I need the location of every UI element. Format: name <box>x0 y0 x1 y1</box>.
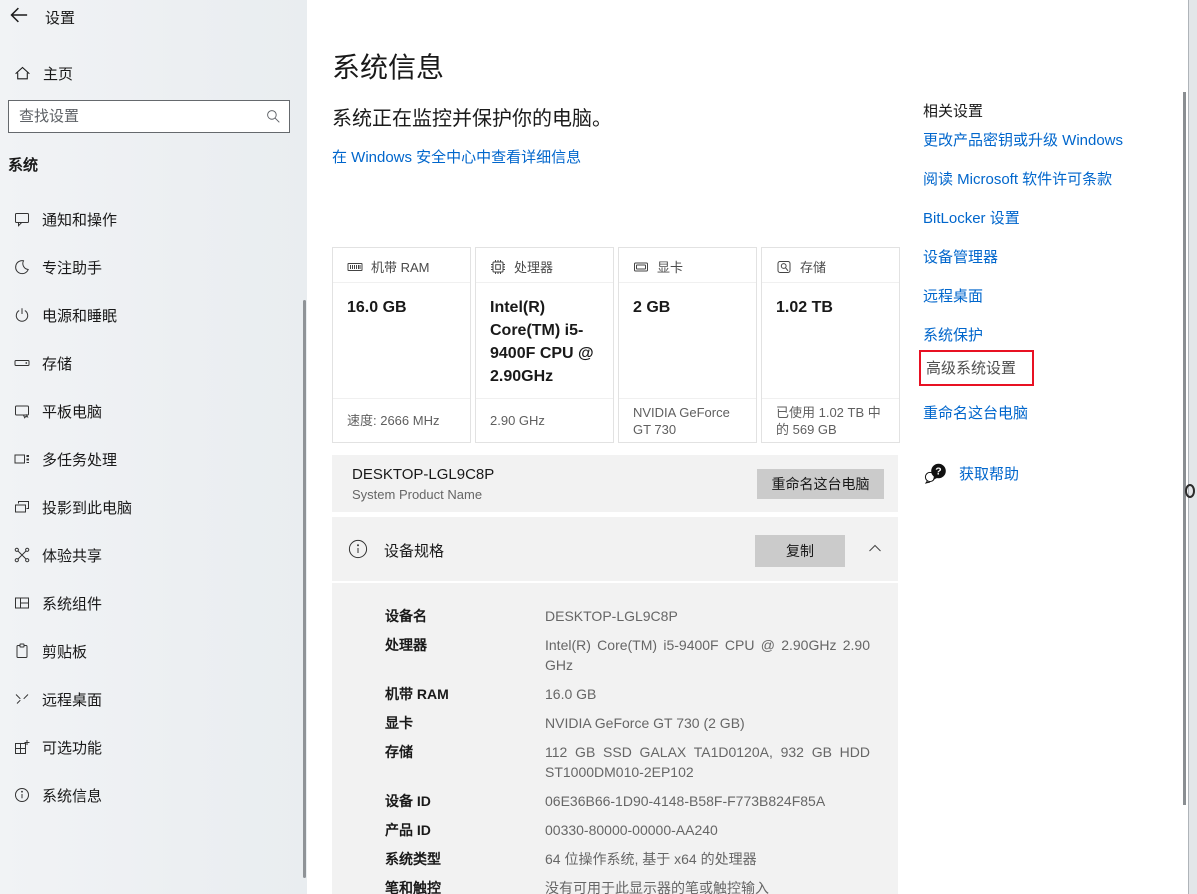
get-help-icon: ? <box>923 462 948 485</box>
device-product-name: System Product Name <box>352 487 482 502</box>
tablet-icon <box>14 403 30 419</box>
rename-pc-button[interactable]: 重命名这台电脑 <box>757 469 884 499</box>
card-footer: NVIDIA GeForce GT 730 <box>619 398 756 442</box>
card-value: Intel(R) Core(TM) i5-9400F CPU @ 2.90GHz <box>476 283 613 388</box>
card-label: 存储 <box>800 257 826 276</box>
spec-row: 系统类型64 位操作系统, 基于 x64 的处理器 <box>385 849 870 869</box>
spec-row: 处理器Intel(R) Core(TM) i5-9400F CPU @ 2.90… <box>385 635 870 675</box>
spec-row: 笔和触控没有可用于此显示器的笔或触控输入 <box>385 878 870 894</box>
sidebar-item-clipboard[interactable]: 剪贴板 <box>0 627 307 675</box>
sidebar-item-system-components[interactable]: 系统组件 <box>0 579 307 627</box>
search-icon[interactable] <box>266 109 281 124</box>
sidebar-item-remote-desktop[interactable]: 远程桌面 <box>0 675 307 723</box>
device-name: DESKTOP-LGL9C8P <box>352 466 494 483</box>
project-to-pc-icon <box>14 499 30 515</box>
window-scrollbar-track[interactable] <box>1188 0 1197 894</box>
card-label: 显卡 <box>657 257 683 276</box>
sidebar-item-storage[interactable]: 存储 <box>0 339 307 387</box>
chevron-up-icon[interactable] <box>868 543 882 553</box>
search-box <box>8 100 290 133</box>
get-help-row[interactable]: ? 获取帮助 <box>923 462 1019 485</box>
about-icon <box>14 787 30 803</box>
card-footer: 速度: 2666 MHz <box>333 398 470 442</box>
card-value: 2 GB <box>619 283 756 319</box>
link-device-manager[interactable]: 设备管理器 <box>923 246 998 267</box>
related-settings-heading: 相关设置 <box>923 100 983 121</box>
card-processor: 处理器 Intel(R) Core(TM) i5-9400F CPU @ 2.9… <box>475 247 614 443</box>
back-button[interactable] <box>8 5 34 27</box>
spec-row: 产品 ID00330-80000-00000-AA240 <box>385 820 870 840</box>
info-icon <box>348 539 368 559</box>
shared-experiences-icon <box>14 547 30 563</box>
cpu-icon <box>490 259 506 275</box>
spec-cards: 机带 RAM 16.0 GB 速度: 2666 MHz 处理器 Intel(R)… <box>332 247 900 443</box>
settings-window: 设置 主页 系统 通知和操作 专注助手 电源 <box>0 0 1197 894</box>
page-subtitle: 系统正在监控并保护你的电脑。 <box>332 102 612 131</box>
ram-icon <box>347 259 363 275</box>
scrollbar-circle-marker <box>1185 484 1195 498</box>
device-specs-title: 设备规格 <box>384 540 444 561</box>
sidebar-home-label: 主页 <box>43 63 73 84</box>
main-content: 系统信息 系统正在监控并保护你的电脑。 在 Windows 安全中心中查看详细信… <box>307 0 1197 894</box>
sidebar-item-power-sleep[interactable]: 电源和睡眠 <box>0 291 307 339</box>
main-scrollbar-thumb[interactable] <box>1183 92 1186 805</box>
sidebar-item-tablet[interactable]: 平板电脑 <box>0 387 307 435</box>
link-system-protection[interactable]: 系统保护 <box>923 324 983 345</box>
card-footer: 已使用 1.02 TB 中的 569 GB <box>762 398 899 442</box>
power-sleep-icon <box>14 307 30 323</box>
security-center-link[interactable]: 在 Windows 安全中心中查看详细信息 <box>332 146 581 167</box>
sidebar-item-home[interactable]: 主页 <box>0 56 307 90</box>
sidebar-item-shared-experiences[interactable]: 体验共享 <box>0 531 307 579</box>
spec-row: 存储112 GB SSD GALAX TA1D0120A, 932 GB HDD… <box>385 742 870 782</box>
get-help-link[interactable]: 获取帮助 <box>959 463 1019 484</box>
search-input[interactable] <box>8 100 290 133</box>
card-graphics: 显卡 2 GB NVIDIA GeForce GT 730 <box>618 247 757 443</box>
card-label: 处理器 <box>514 257 553 276</box>
page-title: 系统信息 <box>332 46 444 86</box>
focus-assist-icon <box>14 259 30 275</box>
link-license-terms[interactable]: 阅读 Microsoft 软件许可条款 <box>923 168 1112 189</box>
copy-button[interactable]: 复制 <box>755 535 845 567</box>
link-change-product-key[interactable]: 更改产品密钥或升级 Windows <box>923 129 1123 150</box>
sidebar-item-focus-assist[interactable]: 专注助手 <box>0 243 307 291</box>
link-rename-this-pc[interactable]: 重命名这台电脑 <box>923 402 1028 423</box>
device-specs-header: 设备规格 复制 <box>332 517 898 581</box>
sidebar-item-multitasking[interactable]: 多任务处理 <box>0 435 307 483</box>
card-storage: 存储 1.02 TB 已使用 1.02 TB 中的 569 GB <box>761 247 900 443</box>
sidebar-item-optional-features[interactable]: 可选功能 <box>0 723 307 771</box>
sidebar-item-about[interactable]: 系统信息 <box>0 771 307 819</box>
spec-row: 设备名DESKTOP-LGL9C8P <box>385 606 870 626</box>
multitasking-icon <box>14 451 30 467</box>
sidebar-scrollbar[interactable] <box>303 300 306 878</box>
link-advanced-system-settings[interactable]: 高级系统设置 <box>919 350 1034 386</box>
storage-icon <box>14 355 30 371</box>
svg-text:?: ? <box>935 466 941 478</box>
card-value: 16.0 GB <box>333 283 470 319</box>
sidebar-nav: 通知和操作 专注助手 电源和睡眠 存储 平板电脑 多任务处理 <box>0 195 307 819</box>
spec-row: 机带 RAM16.0 GB <box>385 684 870 704</box>
home-icon <box>14 65 31 82</box>
window-title: 设置 <box>45 7 75 28</box>
sidebar-item-project-to-pc[interactable]: 投影到此电脑 <box>0 483 307 531</box>
gpu-icon <box>633 259 649 275</box>
optional-features-icon <box>14 739 30 755</box>
clipboard-icon <box>14 643 30 659</box>
spec-row: 设备 ID06E36B66-1D90-4148-B58F-F773B824F85… <box>385 791 870 811</box>
system-components-icon <box>14 595 30 611</box>
card-footer: 2.90 GHz <box>476 398 613 442</box>
remote-desktop-icon <box>14 691 30 707</box>
sidebar-section-title: 系统 <box>8 154 38 175</box>
sidebar-item-notifications[interactable]: 通知和操作 <box>0 195 307 243</box>
link-bitlocker[interactable]: BitLocker 设置 <box>923 207 1020 228</box>
link-remote-desktop[interactable]: 远程桌面 <box>923 285 983 306</box>
disk-icon <box>776 259 792 275</box>
card-label: 机带 RAM <box>371 257 430 276</box>
device-name-panel: DESKTOP-LGL9C8P System Product Name 重命名这… <box>332 455 898 512</box>
notifications-icon <box>14 211 30 227</box>
device-specs-table: 设备名DESKTOP-LGL9C8P 处理器Intel(R) Core(TM) … <box>332 583 898 894</box>
sidebar: 设置 主页 系统 通知和操作 专注助手 电源 <box>0 0 307 894</box>
spec-row: 显卡NVIDIA GeForce GT 730 (2 GB) <box>385 713 870 733</box>
card-value: 1.02 TB <box>762 283 899 319</box>
card-ram: 机带 RAM 16.0 GB 速度: 2666 MHz <box>332 247 471 443</box>
